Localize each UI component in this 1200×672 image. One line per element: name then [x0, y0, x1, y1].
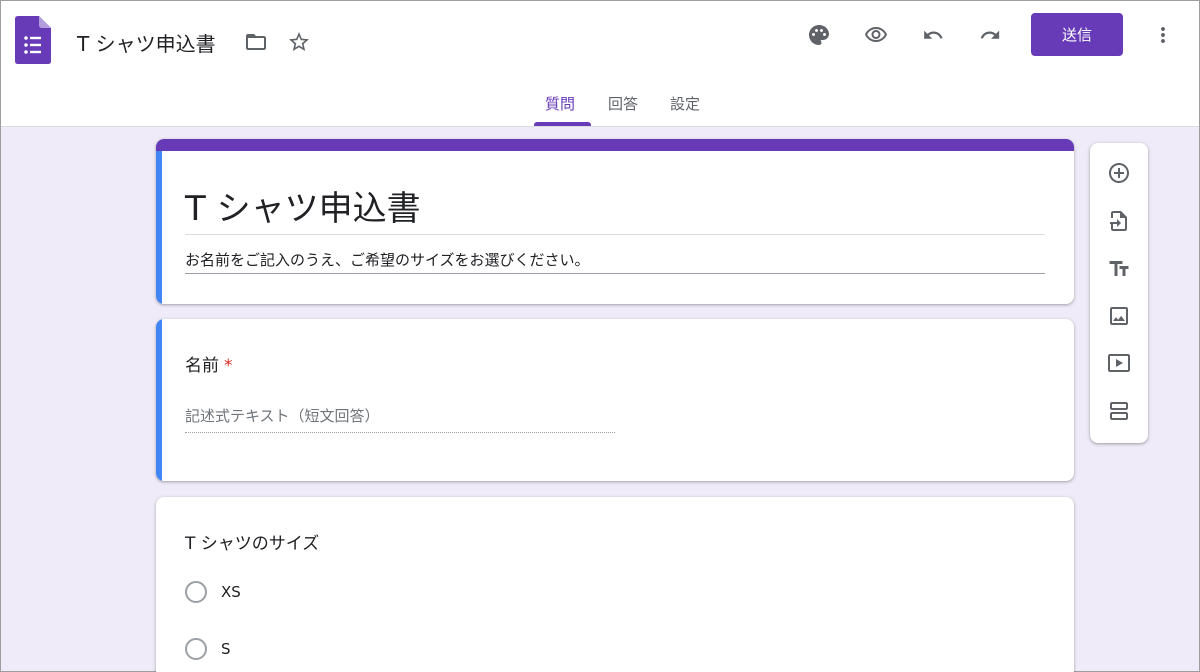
question-title[interactable]: T シャツのサイズ	[185, 529, 319, 554]
preview-eye-icon[interactable]	[862, 21, 890, 49]
tab-settings[interactable]: 設定	[670, 93, 700, 114]
option-label[interactable]: XS	[221, 583, 241, 601]
question-card-size[interactable]: T シャツのサイズ XS S	[156, 497, 1074, 672]
add-video-icon[interactable]	[1105, 349, 1133, 377]
active-tab-indicator	[534, 122, 591, 126]
floating-toolbar	[1090, 143, 1148, 443]
question-card-name[interactable]: 名前 * 記述式テキスト（短文回答）	[156, 319, 1074, 481]
short-answer-placeholder: 記述式テキスト（短文回答）	[185, 407, 380, 425]
redo-icon[interactable]	[976, 21, 1004, 49]
answer-underline	[185, 432, 615, 433]
palette-icon[interactable]	[805, 21, 833, 49]
send-button[interactable]: 送信	[1031, 13, 1123, 56]
folder-icon[interactable]	[242, 28, 270, 56]
add-image-icon[interactable]	[1105, 302, 1133, 330]
divider	[185, 234, 1045, 235]
required-asterisk: *	[224, 356, 233, 376]
star-icon[interactable]	[285, 28, 313, 56]
add-title-icon[interactable]	[1105, 255, 1133, 283]
form-description[interactable]: お名前をご記入のうえ、ご希望のサイズをお選びください。	[185, 249, 590, 270]
theme-stripe	[156, 139, 1074, 151]
undo-icon[interactable]	[919, 21, 947, 49]
focus-indicator	[156, 319, 162, 481]
add-section-icon[interactable]	[1105, 397, 1133, 425]
tab-responses[interactable]: 回答	[608, 93, 638, 114]
radio-button[interactable]	[185, 638, 207, 660]
radio-option[interactable]: XS	[185, 581, 241, 603]
forms-logo-icon[interactable]	[15, 16, 51, 64]
radio-button[interactable]	[185, 581, 207, 603]
add-question-icon[interactable]	[1105, 159, 1133, 187]
radio-option[interactable]: S	[185, 638, 231, 660]
document-title[interactable]: T シャツ申込書	[77, 28, 216, 57]
form-title[interactable]: T シャツ申込書	[185, 181, 421, 230]
question-title[interactable]: 名前 *	[185, 351, 233, 376]
more-vert-icon[interactable]	[1149, 21, 1177, 49]
option-label[interactable]: S	[221, 640, 231, 658]
question-title-text: 名前	[185, 356, 219, 376]
import-questions-icon[interactable]	[1105, 207, 1133, 235]
divider	[185, 273, 1045, 274]
tab-questions[interactable]: 質問	[545, 93, 575, 114]
top-app-bar: T シャツ申込書 送信 質問 回答 設定	[1, 1, 1199, 127]
tab-bar: 質問 回答 設定	[1, 89, 1199, 127]
form-title-card[interactable]: T シャツ申込書 お名前をご記入のうえ、ご希望のサイズをお選びください。	[156, 139, 1074, 304]
focus-indicator	[156, 151, 162, 304]
